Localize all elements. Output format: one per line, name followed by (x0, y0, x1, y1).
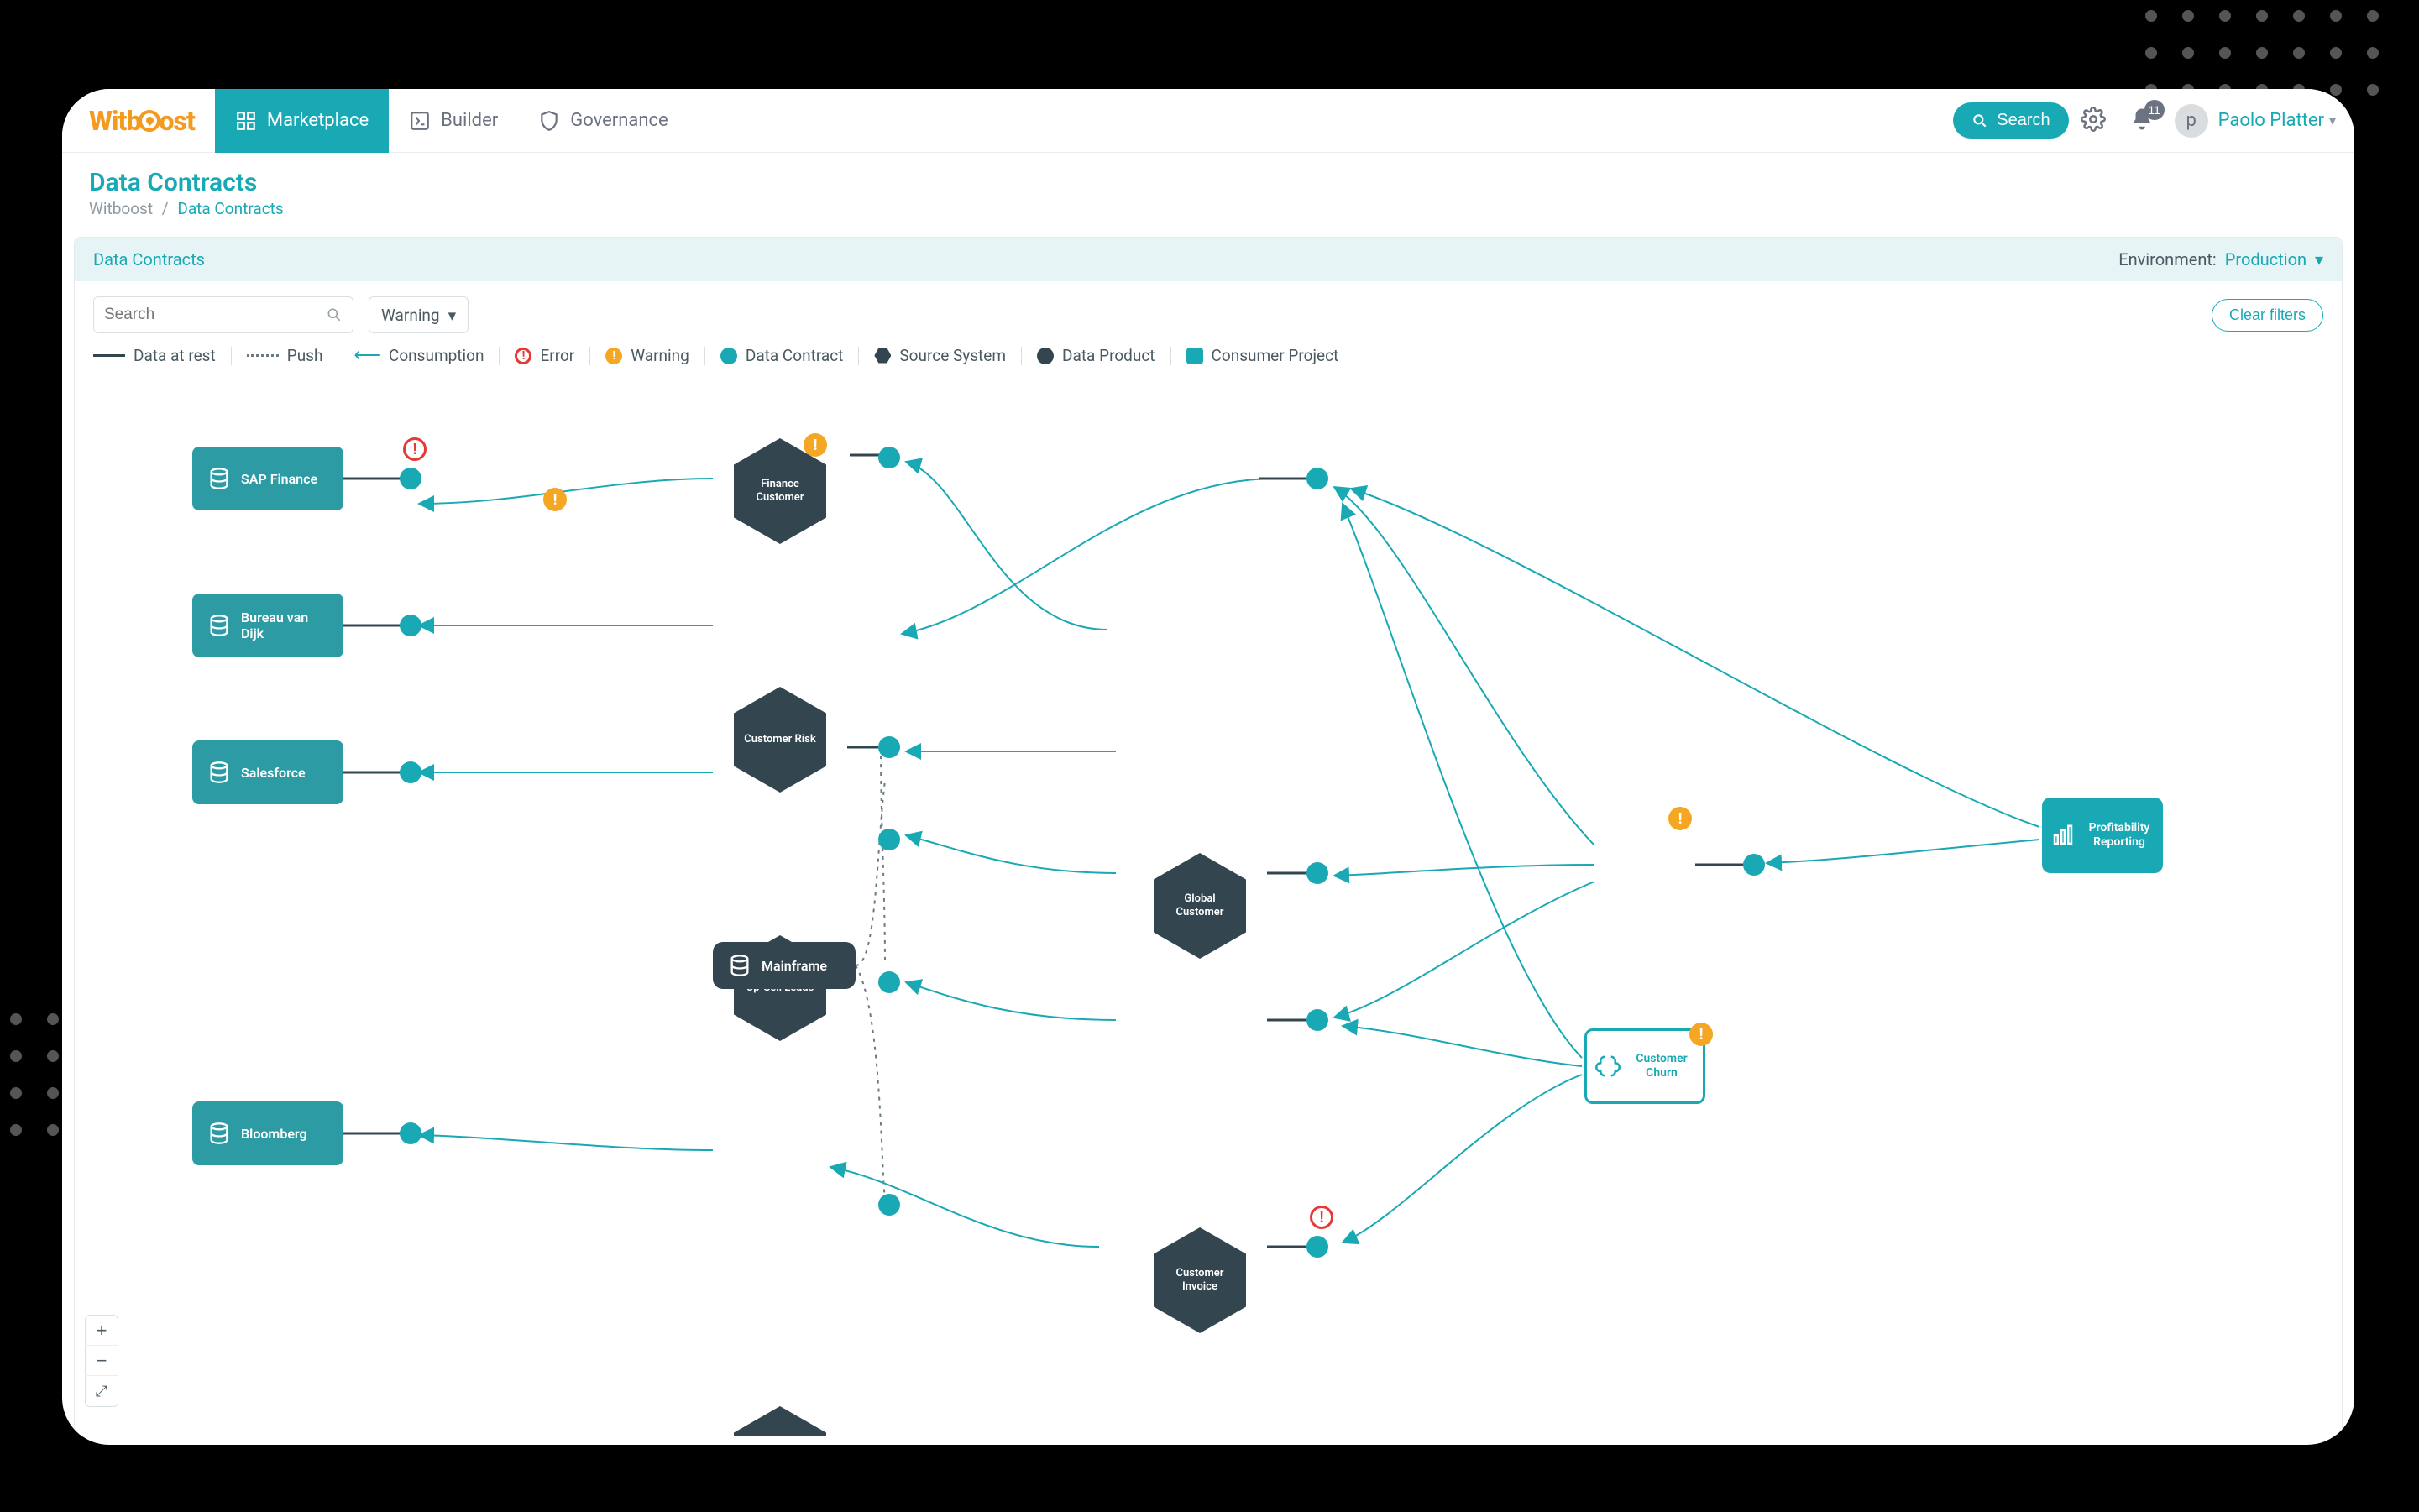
dc-mf-3[interactable] (878, 1194, 900, 1216)
dc-upsell-out[interactable] (878, 736, 900, 758)
zoom-controls: + − ⤢ (85, 1315, 118, 1407)
notifications-badge: 11 (2144, 100, 2165, 120)
search-input-wrap[interactable] (93, 296, 353, 333)
breadcrumb: Witboost / Data Contracts (89, 199, 2327, 218)
dc-mf-2[interactable] (878, 971, 900, 993)
dc-profit-out[interactable] (1743, 854, 1765, 876)
status-warning-icon: ! (1689, 1023, 1713, 1046)
toolbar: Warning ▾ Clear filters (75, 281, 2342, 342)
database-icon (207, 1122, 231, 1145)
page-title: Data Contracts (89, 168, 2327, 197)
search-button[interactable]: Search (1953, 102, 2068, 139)
gear-icon (2081, 107, 2106, 132)
dc-bb-out[interactable] (400, 1122, 421, 1144)
node-source-bvd[interactable]: Bureau van Dijk (192, 594, 343, 657)
user-name[interactable]: Paolo Platter (2218, 110, 2324, 131)
dc-bvd-out[interactable] (400, 615, 421, 636)
node-source-mainframe[interactable]: Mainframe (713, 942, 856, 989)
status-warning-icon: ! (804, 433, 827, 457)
device-frame: Witbost Marketplace Builder Governance S… (62, 89, 2354, 1445)
crumb-root[interactable]: Witboost (89, 199, 153, 218)
avatar[interactable]: p (2175, 104, 2208, 138)
panel-header: Data Contracts Environment: Production ▾ (75, 238, 2342, 281)
shield-icon (538, 110, 560, 132)
dc-mf-1[interactable] (878, 829, 900, 850)
database-icon (728, 954, 751, 977)
node-dp-customer-invoice[interactable]: Customer Invoice (1154, 1227, 1246, 1333)
dc-sap-out[interactable] (400, 468, 421, 489)
legend-data-contract: Data Contract (720, 346, 844, 365)
nav-marketplace[interactable]: Marketplace (215, 89, 389, 153)
node-source-bloomberg[interactable]: Bloomberg (192, 1101, 343, 1165)
panel-title: Data Contracts (93, 249, 205, 269)
legend-warning: !Warning (605, 346, 689, 365)
node-source-salesforce[interactable]: Salesforce (192, 740, 343, 804)
builder-icon (409, 110, 431, 132)
node-consumer-reporting[interactable]: Profitability Reporting (2042, 798, 2163, 873)
zoom-in-button[interactable]: + (85, 1316, 118, 1346)
legend-push: Push (247, 346, 323, 365)
env-label: Environment: (2118, 249, 2217, 269)
decorative-dots-mid-left (10, 1013, 59, 1136)
filter-value: Warning (381, 306, 440, 325)
search-label: Search (1997, 111, 2050, 130)
legend-consumption: ⟵Consumption (353, 345, 484, 366)
search-input[interactable] (104, 306, 326, 324)
dc-loans-out[interactable] (1306, 862, 1328, 884)
legend-error: !Error (515, 346, 574, 365)
subheader: Data Contracts Witboost / Data Contracts (62, 153, 2354, 228)
database-icon (207, 614, 231, 637)
database-icon (207, 467, 231, 490)
clear-filters-button[interactable]: Clear filters (2212, 299, 2323, 332)
dc-sf-out[interactable] (400, 761, 421, 783)
node-dp-customer-risk[interactable]: Customer Risk (734, 687, 826, 793)
status-error-icon: ! (1310, 1206, 1333, 1229)
node-consumer-churn[interactable]: Customer Churn (1584, 1028, 1705, 1104)
crumb-current[interactable]: Data Contracts (177, 199, 283, 218)
dc-global-out[interactable] (1306, 468, 1328, 489)
nav-builder[interactable]: Builder (389, 89, 518, 153)
chevron-down-icon: ▾ (448, 306, 457, 325)
node-dp-global-customer[interactable]: Global Customer (1154, 853, 1246, 959)
grid-icon (235, 110, 257, 132)
legend-data-at-rest: Data at rest (93, 346, 216, 365)
nav-governance[interactable]: Governance (518, 89, 688, 153)
graph-canvas[interactable]: SAP Finance Bureau van Dijk Salesforce B… (75, 378, 2342, 1436)
nav-label: Marketplace (267, 110, 369, 131)
status-warning-icon: ! (543, 488, 567, 511)
legend-consumer-project: Consumer Project (1186, 346, 1339, 365)
node-source-sap[interactable]: SAP Finance (192, 447, 343, 510)
legend-source-system: Source System (874, 346, 1006, 365)
status-warning-icon: ! (1668, 807, 1692, 830)
logo[interactable]: Witbost (89, 105, 195, 137)
dc-acct-out[interactable] (1306, 1009, 1328, 1031)
zoom-out-button[interactable]: − (85, 1346, 118, 1376)
chevron-down-icon[interactable]: ▾ (2329, 112, 2336, 128)
legend-data-product: Data Product (1037, 346, 1155, 365)
search-icon (1971, 112, 1988, 129)
dc-fincust-out[interactable] (878, 447, 900, 468)
decorative-dots-top-right (2145, 10, 2379, 96)
main-panel: Data Contracts Environment: Production ▾… (74, 237, 2343, 1436)
dc-products-out[interactable] (1306, 1236, 1328, 1258)
top-nav: Witbost Marketplace Builder Governance S… (62, 89, 2354, 153)
legend: Data at rest Push ⟵Consumption !Error !W… (75, 342, 2342, 378)
search-icon (326, 306, 343, 323)
node-dp-market-trades[interactable]: Market Trades (734, 1406, 826, 1436)
chart-icon (2050, 823, 2076, 848)
nav-label: Builder (441, 110, 498, 131)
env-select[interactable]: Production ▾ (2225, 249, 2323, 269)
nav-label: Governance (570, 110, 668, 131)
status-error-icon: ! (403, 437, 427, 461)
notifications-button[interactable]: 11 (2118, 98, 2166, 143)
status-filter[interactable]: Warning ▾ (369, 296, 469, 333)
main-nav: Marketplace Builder Governance (215, 89, 689, 153)
brain-icon (1595, 1054, 1621, 1079)
settings-button[interactable] (2069, 98, 2118, 143)
zoom-fit-button[interactable]: ⤢ (85, 1376, 118, 1406)
database-icon (207, 761, 231, 784)
